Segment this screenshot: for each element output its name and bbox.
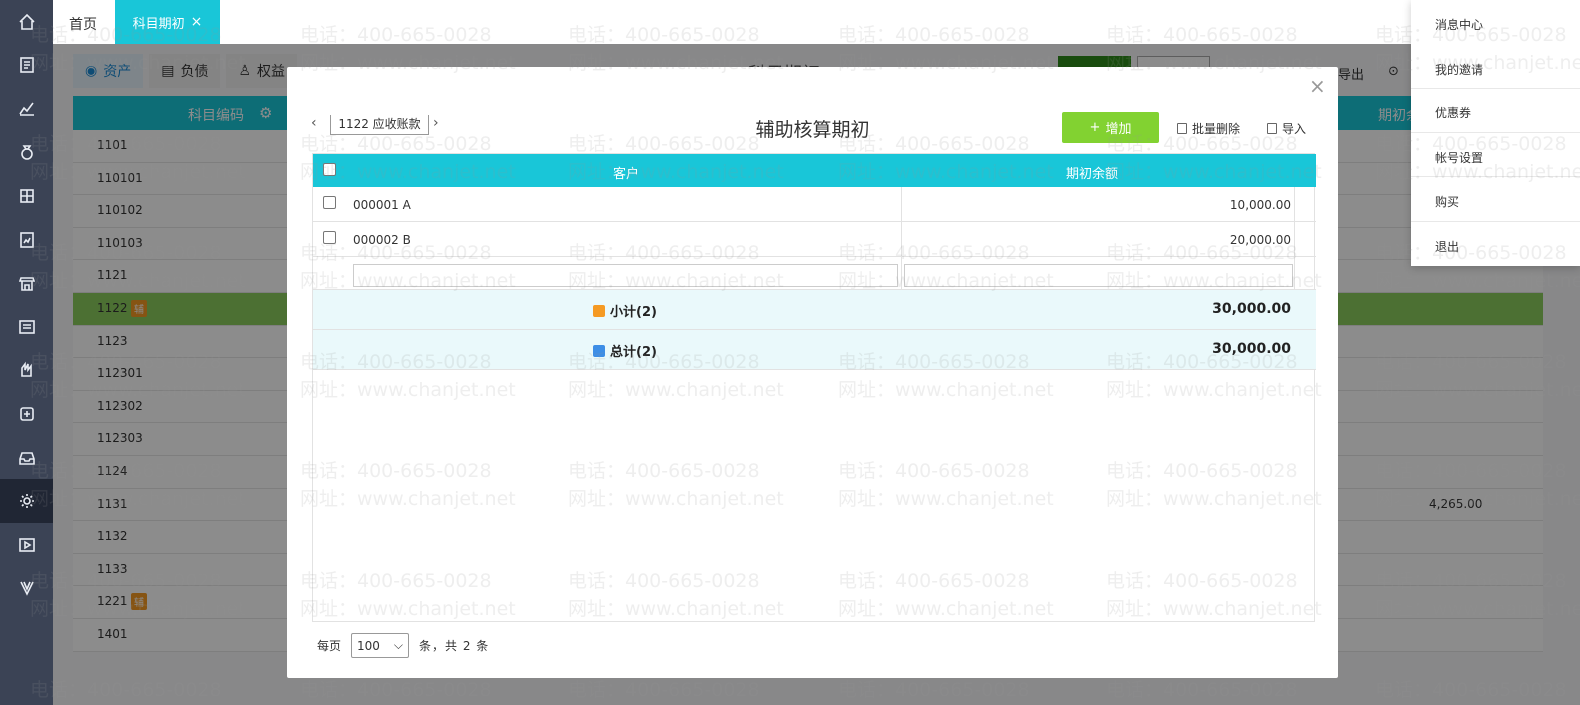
add-button-label: 增加 [1105, 122, 1132, 137]
subtotal-value: 30,000.00 [1212, 301, 1291, 317]
inbox-icon[interactable] [0, 436, 53, 480]
invoice-icon[interactable] [0, 305, 53, 349]
import-label: 导入 [1282, 122, 1307, 136]
batch-delete-button[interactable]: 批量删除 [1177, 120, 1240, 137]
subtotal-label: 小计(2) [593, 301, 657, 320]
pagination: 每页 100 ⌵ 条，共 2 条 [317, 633, 489, 658]
chevron-down-icon: ⌵ [393, 638, 404, 652]
col-opening-balance: 期初余额 [1066, 167, 1119, 182]
tab-account-opening[interactable]: 科目期初 × [115, 0, 220, 44]
tax-icon[interactable] [0, 392, 53, 436]
report-icon[interactable] [0, 218, 53, 262]
select-all-checkbox[interactable] [323, 163, 336, 176]
aux-opening-dialog: × ‹ 1122 应收账款 › 辅助核算期初 + 增加 批量删除 导入 客户 期… [287, 67, 1338, 678]
row-checkbox[interactable] [323, 196, 336, 209]
tab-home[interactable]: 首页 [69, 14, 97, 34]
batch-delete-label: 批量删除 [1192, 122, 1241, 136]
user-menu: 消息中心 我的邀请 优惠券 帐号设置 购买 退出 [1411, 0, 1580, 266]
menu-divider [1411, 88, 1580, 89]
opening-balance: 20,000.00 [1229, 233, 1291, 247]
aux-table: 客户 期初余额 000001 A 10,000.00 000002 B 20,0… [312, 153, 1316, 622]
balance-input[interactable] [904, 264, 1293, 287]
total-text: 总计(2) [610, 345, 657, 360]
settings-icon[interactable] [0, 479, 53, 523]
total-label: 总计(2) [593, 341, 657, 360]
total-icon [593, 344, 605, 357]
subtotal-row: 小计(2) 30,000.00 [313, 290, 1316, 330]
tab-bar: 首页 科目期初 × [53, 0, 1580, 44]
menu-divider [1411, 132, 1580, 133]
voucher-icon[interactable] [0, 43, 53, 87]
row-checkbox[interactable] [323, 231, 336, 244]
page-size-select[interactable]: 100 ⌵ [351, 633, 410, 658]
import-icon [1267, 123, 1277, 134]
delete-icon [1177, 123, 1187, 134]
menu-item-account-settings[interactable]: 帐号设置 [1435, 149, 1483, 166]
add-button[interactable]: + 增加 [1062, 112, 1159, 143]
total-row: 总计(2) 30,000.00 [313, 330, 1316, 370]
shop-icon[interactable] [0, 262, 53, 306]
menu-item-invitations[interactable]: 我的邀请 [1435, 61, 1483, 78]
close-icon[interactable]: × [1309, 74, 1326, 98]
tab-label: 科目期初 [132, 16, 185, 32]
home-icon[interactable] [0, 0, 53, 44]
subtotal-icon [593, 304, 605, 317]
customer-name: 000001 A [353, 198, 411, 212]
page-size-value: 100 [357, 638, 380, 653]
subtotal-text: 小计(2) [610, 305, 657, 320]
chart-icon[interactable] [0, 86, 53, 130]
plus-icon: + [1089, 120, 1101, 135]
record-count: 条，共 2 条 [419, 639, 490, 653]
total-value: 30,000.00 [1212, 341, 1291, 357]
money-bag-icon[interactable] [0, 130, 53, 174]
menu-divider [1411, 176, 1580, 177]
video-icon[interactable] [0, 523, 53, 567]
menu-item-logout[interactable]: 退出 [1435, 238, 1459, 255]
close-tab-icon[interactable]: × [191, 14, 203, 30]
menu-item-coupons[interactable]: 优惠券 [1435, 104, 1471, 121]
opening-balance: 10,000.00 [1229, 198, 1291, 212]
new-entry-row [313, 257, 1316, 290]
menu-divider [1411, 221, 1580, 222]
aux-table-header: 客户 期初余额 [313, 154, 1316, 187]
vip-icon[interactable] [0, 566, 53, 610]
col-customer: 客户 [613, 167, 640, 182]
table-row[interactable]: 000001 A 10,000.00 [313, 187, 1316, 222]
import-button[interactable]: 导入 [1267, 120, 1306, 137]
left-nav-rail [0, 0, 53, 705]
menu-item-messages[interactable]: 消息中心 [1435, 16, 1483, 33]
customer-name: 000002 B [353, 233, 411, 247]
salary-icon[interactable] [0, 348, 53, 392]
table-row[interactable]: 000002 B 20,000.00 [313, 222, 1316, 257]
ledger-icon[interactable] [0, 174, 53, 218]
menu-item-purchase[interactable]: 购买 [1435, 193, 1459, 210]
customer-input[interactable] [353, 264, 898, 287]
per-page-label: 每页 [317, 639, 342, 653]
